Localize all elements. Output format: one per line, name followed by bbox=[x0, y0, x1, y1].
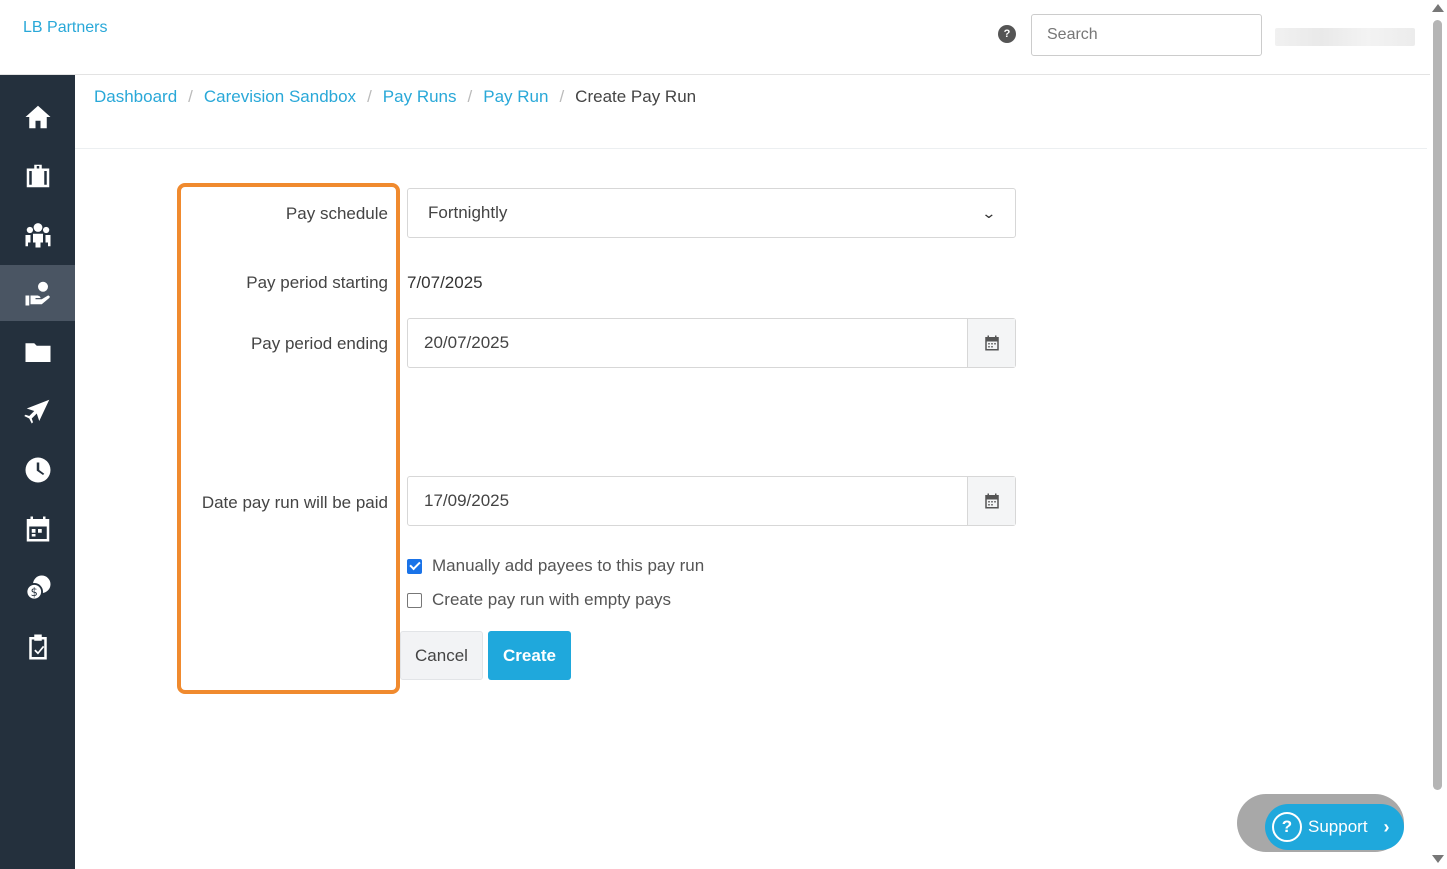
people-icon bbox=[25, 223, 50, 248]
date-paid-field bbox=[407, 476, 1016, 526]
breadcrumb-separator: / bbox=[559, 87, 565, 106]
pay-period-ending-field bbox=[407, 318, 1016, 368]
user-menu[interactable] bbox=[1275, 28, 1415, 46]
breadcrumb: Dashboard / Carevision Sandbox / Pay Run… bbox=[94, 87, 696, 107]
sidebar: $ bbox=[0, 75, 75, 869]
breadcrumb-separator: / bbox=[367, 87, 372, 106]
support-label: Support bbox=[1308, 817, 1368, 836]
create-button[interactable]: Create bbox=[488, 631, 571, 680]
home-icon bbox=[25, 105, 50, 129]
briefcase-icon bbox=[26, 164, 49, 188]
sidebar-item-documents[interactable] bbox=[0, 324, 75, 380]
clipboard-check-icon bbox=[28, 634, 47, 660]
date-paid-calendar-button[interactable] bbox=[967, 477, 1015, 525]
sidebar-item-rostering[interactable] bbox=[0, 501, 75, 557]
pay-period-starting-label: Pay period starting bbox=[246, 273, 388, 292]
pay-schedule-label: Pay schedule bbox=[285, 204, 388, 223]
chevron-down-icon: ⌄ bbox=[981, 204, 997, 221]
support-button[interactable]: ? Support › bbox=[1265, 804, 1404, 850]
help-icon[interactable]: ? bbox=[998, 25, 1016, 43]
content-divider bbox=[75, 148, 1427, 149]
brand-link[interactable]: LB Partners bbox=[23, 19, 107, 37]
pay-period-ending-label: Pay period ending bbox=[250, 334, 388, 353]
sidebar-item-tasks[interactable] bbox=[0, 619, 75, 675]
question-icon: ? bbox=[1272, 812, 1302, 842]
chevron-right-icon: › bbox=[1383, 816, 1390, 837]
sidebar-item-pay-runs[interactable] bbox=[0, 265, 75, 321]
calendar-icon bbox=[26, 516, 49, 542]
calendar-icon bbox=[984, 493, 999, 509]
sidebar-item-home[interactable] bbox=[0, 89, 75, 145]
plane-icon bbox=[23, 399, 49, 424]
payroll-hand-icon bbox=[25, 281, 50, 306]
pay-schedule-value: Fortnightly bbox=[428, 203, 508, 222]
top-bar: LB Partners ? bbox=[0, 0, 1430, 75]
breadcrumb-separator: / bbox=[188, 87, 193, 106]
breadcrumb-pay-run[interactable]: Pay Run bbox=[483, 87, 548, 107]
breadcrumb-current: Create Pay Run bbox=[575, 87, 697, 106]
pay-period-ending-input[interactable] bbox=[408, 319, 967, 367]
coins-icon: $ bbox=[25, 575, 50, 601]
pay-period-starting-value: 7/07/2025 bbox=[407, 273, 483, 292]
date-paid-label: Date pay run will be paid bbox=[201, 493, 388, 512]
cancel-button[interactable]: Cancel bbox=[400, 631, 483, 680]
pay-schedule-select[interactable]: Fortnightly ⌄ bbox=[407, 188, 1016, 238]
scroll-up-arrow-icon[interactable] bbox=[1432, 4, 1444, 12]
sidebar-item-timesheets[interactable] bbox=[0, 442, 75, 498]
date-paid-input[interactable] bbox=[408, 477, 967, 525]
folder-icon bbox=[25, 343, 50, 362]
breadcrumb-separator: / bbox=[467, 87, 473, 106]
breadcrumb-business[interactable]: Carevision Sandbox bbox=[204, 87, 356, 107]
manually-add-option[interactable]: Manually add payees to this pay run bbox=[407, 556, 704, 576]
sidebar-item-business[interactable] bbox=[0, 148, 75, 204]
empty-pays-label: Create pay run with empty pays bbox=[432, 590, 672, 609]
pay-period-ending-calendar-button[interactable] bbox=[967, 319, 1015, 367]
empty-pays-option[interactable]: Create pay run with empty pays bbox=[407, 590, 671, 610]
search-input[interactable] bbox=[1031, 14, 1262, 56]
sidebar-item-expenses[interactable]: $ bbox=[0, 560, 75, 616]
sidebar-item-people[interactable] bbox=[0, 207, 75, 263]
calendar-icon bbox=[984, 335, 999, 351]
breadcrumb-pay-runs[interactable]: Pay Runs bbox=[383, 87, 457, 107]
scrollbar-thumb[interactable] bbox=[1433, 20, 1442, 790]
empty-pays-checkbox[interactable] bbox=[407, 592, 422, 608]
sidebar-item-leave[interactable] bbox=[0, 383, 75, 439]
scroll-down-arrow-icon[interactable] bbox=[1432, 855, 1444, 863]
highlight-box bbox=[177, 183, 400, 694]
breadcrumb-dashboard[interactable]: Dashboard bbox=[94, 87, 177, 107]
manually-add-label: Manually add payees to this pay run bbox=[432, 556, 705, 575]
clock-icon bbox=[25, 457, 50, 483]
svg-text:$: $ bbox=[30, 586, 37, 599]
manually-add-checkbox[interactable] bbox=[407, 558, 422, 574]
